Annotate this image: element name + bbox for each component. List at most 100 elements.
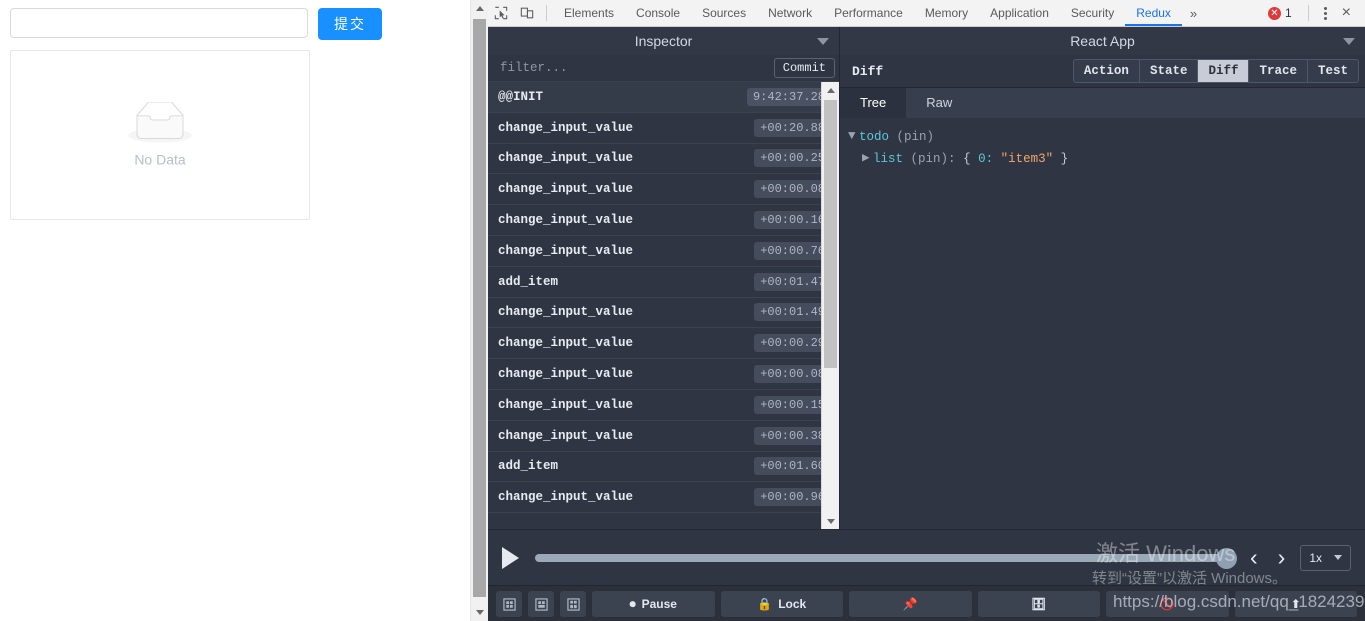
action-row[interactable]: change_input_value +00:20.88 [488,113,839,144]
badge-divider [1307,5,1309,21]
lock-label: Lock [778,597,807,611]
action-row[interactable]: change_input_value +00:00.96 [488,482,839,514]
print-button[interactable]: 🗄 [977,591,1100,617]
sub-tab-tree[interactable]: Tree [840,88,907,118]
monitor-column: React App Diff Action State Diff Trace T… [839,27,1365,529]
action-row[interactable]: change_input_value +00:00.25 [488,144,839,175]
action-row[interactable]: change_input_value +00:00.16 [488,205,839,236]
tab-security[interactable]: Security [1060,0,1125,26]
devtools-menu-icon[interactable] [1317,6,1334,20]
list-scroll-thumb[interactable] [824,100,837,368]
action-timestamp: +00:01.60 [754,457,831,476]
action-row[interactable]: change_input_value +00:00.15 [488,390,839,421]
segment-test[interactable]: Test [1307,59,1359,83]
tab-performance[interactable]: Performance [823,0,914,26]
action-name: add_item [498,274,559,289]
tab-application[interactable]: Application [979,0,1060,26]
action-timestamp: +00:00.29 [754,334,831,353]
segment-diff[interactable]: Diff [1198,59,1250,83]
next-action-button[interactable]: › [1273,546,1291,569]
no-dispatch-button[interactable]: 🚫 [1106,591,1229,617]
dock-grid-icon [566,597,580,611]
tab-redux[interactable]: Redux [1125,0,1182,26]
dock-bottom-button[interactable] [496,591,522,617]
tree-child-index: 0: [978,151,994,166]
tab-console[interactable]: Console [625,0,691,26]
submit-button[interactable]: 提交 [318,8,382,40]
action-row[interactable]: change_input_value +00:01.49 [488,298,839,329]
playback-speed-select[interactable]: 1x [1300,544,1351,571]
devtools-panel: Elements Console Sources Network Perform… [488,0,1365,621]
action-row[interactable]: change_input_value +00:00.38 [488,421,839,452]
action-row[interactable]: change_input_value +00:00.29 [488,328,839,360]
tree-row-root[interactable]: ▼ todo (pin) [848,126,1365,148]
redux-bottom-toolbar: ⏺ Pause 🔒 Lock 📌 🗄 🚫 ⬆ [488,585,1365,621]
action-row[interactable]: change_input_value +00:00.08 [488,174,839,206]
tree-close-brace: } [1060,151,1069,166]
action-row[interactable]: add_item +00:01.47 [488,267,839,298]
diff-label: Diff [852,63,884,79]
more-tabs-icon[interactable]: » [1182,6,1205,21]
tab-sources[interactable]: Sources [691,0,757,26]
action-row[interactable]: add_item +00:01.60 [488,452,839,483]
list-scroll-down-arrow[interactable] [822,513,839,529]
action-name: @@INIT [498,89,544,104]
time-travel-slider[interactable] [535,547,1237,569]
scroll-thumb[interactable] [473,19,486,597]
inspector-dropdown-icon[interactable] [817,38,829,45]
player-controls: ‹ › 1x [488,529,1365,585]
list-scroll-up-arrow[interactable] [822,82,839,98]
tree-child-value: "item3" [1000,151,1054,166]
dock-right-button[interactable] [528,591,554,617]
todo-text-input[interactable] [10,8,308,38]
action-name: change_input_value [498,428,634,443]
action-row[interactable]: change_input_value +00:00.08 [488,359,839,390]
tree-child-suffix: (pin): [910,151,956,166]
segment-state[interactable]: State [1139,59,1199,83]
action-timestamp: +00:01.47 [754,272,831,291]
filter-input[interactable] [498,60,774,76]
commit-button[interactable]: Commit [773,58,835,78]
tree-root-suffix: (pin) [896,129,935,144]
expand-triangle-icon[interactable]: ▶ [862,148,873,169]
close-devtools-icon[interactable]: × [1334,5,1359,21]
action-row[interactable]: @@INIT 9:42:37.28 [488,82,839,113]
action-name: change_input_value [498,243,634,258]
monitor-dropdown-icon[interactable] [1343,38,1355,45]
filter-bar: Commit [488,55,839,82]
segment-trace[interactable]: Trace [1249,59,1308,83]
inspect-element-icon[interactable] [488,1,514,25]
lock-icon: 🔒 [757,597,773,611]
tree-root-key: todo [859,129,890,144]
action-row[interactable]: change_input_value +00:00.76 [488,236,839,267]
action-name: change_input_value [498,397,634,412]
pause-button[interactable]: ⏺ Pause [592,591,715,617]
tab-network[interactable]: Network [757,0,823,26]
empty-state: No Data [11,102,309,168]
page-scrollbar[interactable] [470,0,488,621]
device-toolbar-icon[interactable] [514,1,540,25]
action-list-scrollbar[interactable] [821,82,839,529]
sub-tab-raw[interactable]: Raw [906,88,972,118]
slider-knob[interactable] [1215,547,1237,569]
tab-memory[interactable]: Memory [914,0,979,26]
persist-button[interactable]: 📌 [849,591,972,617]
todo-list-card: No Data [10,50,310,220]
monitor-header: React App [840,27,1365,55]
tree-row-child[interactable]: ▶ list (pin): { 0: "item3" } [848,148,1365,170]
chevron-down-icon [1334,555,1342,560]
scroll-up-arrow[interactable] [471,0,488,17]
upload-button[interactable]: ⬆ [1234,591,1357,617]
pin-icon: 📌 [902,597,918,611]
tab-elements[interactable]: Elements [553,0,625,26]
segment-action[interactable]: Action [1072,59,1140,83]
prev-action-button[interactable]: ‹ [1245,546,1263,569]
dock-grid-button[interactable] [560,591,586,617]
scroll-down-arrow[interactable] [471,604,488,621]
action-name: change_input_value [498,120,634,135]
play-icon[interactable] [502,546,519,569]
action-name: change_input_value [498,305,634,320]
error-badge[interactable]: ✕ 1 [1267,6,1292,20]
lock-button[interactable]: 🔒 Lock [720,591,843,617]
collapse-triangle-icon[interactable]: ▼ [848,126,859,147]
